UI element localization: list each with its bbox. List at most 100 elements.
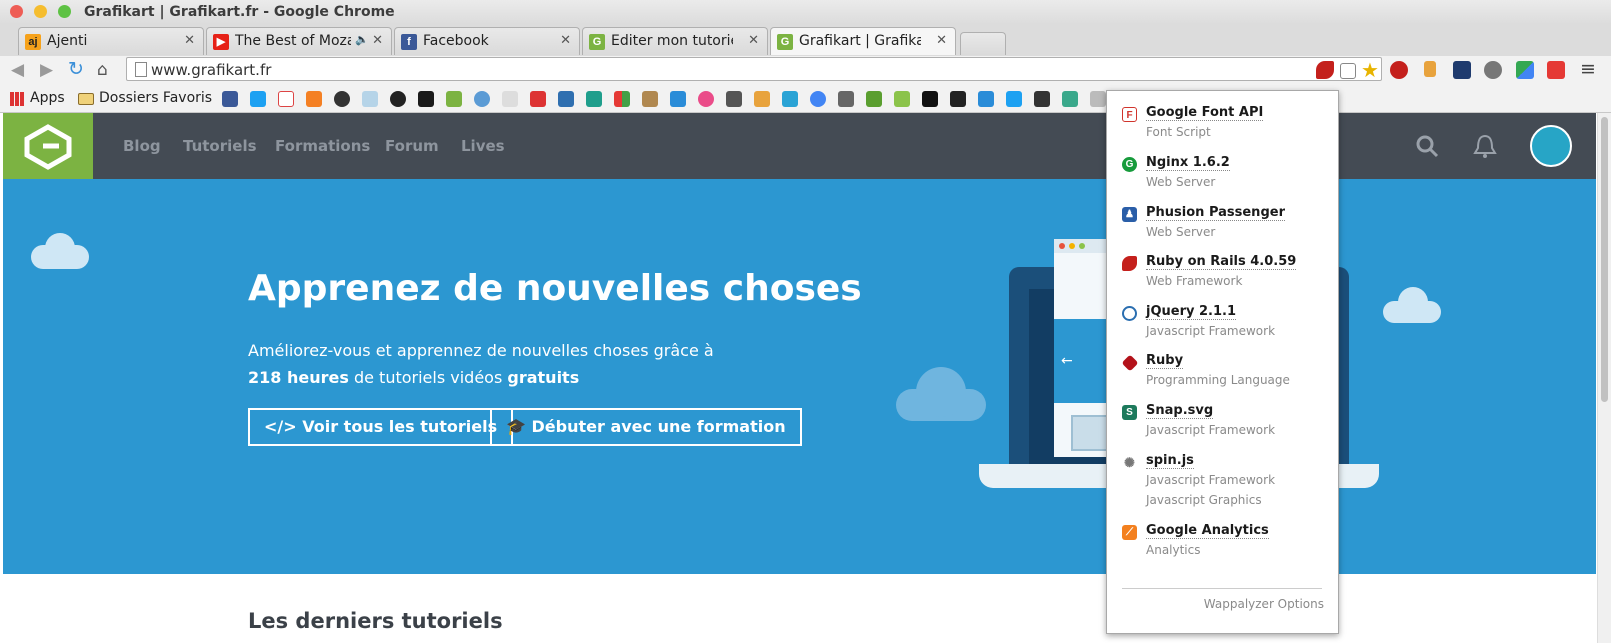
- bookmark-icon[interactable]: [950, 91, 966, 107]
- twitter-bookmark-icon[interactable]: [250, 91, 266, 107]
- maximize-window-button[interactable]: [58, 5, 71, 18]
- extension-icon[interactable]: [1484, 61, 1502, 79]
- detected-app-nginx[interactable]: G Nginx 1.6.2 Web Server: [1107, 153, 1338, 203]
- app-name[interactable]: Ruby on Rails 4.0.59: [1146, 254, 1297, 270]
- avatar[interactable]: [1530, 125, 1572, 167]
- bookmark-icon[interactable]: [726, 91, 742, 107]
- bookmark-icon[interactable]: [1062, 91, 1078, 107]
- close-tab-icon[interactable]: ✕: [184, 33, 195, 48]
- bookmark-icon[interactable]: [586, 91, 602, 107]
- close-window-button[interactable]: [10, 5, 23, 18]
- address-bar[interactable]: www.grafikart.fr: [126, 57, 1382, 81]
- github-bookmark-icon[interactable]: [390, 91, 406, 107]
- app-name[interactable]: spin.js: [1146, 453, 1194, 469]
- close-tab-icon[interactable]: ✕: [748, 33, 759, 48]
- app-name[interactable]: Snap.svg: [1146, 403, 1214, 419]
- home-icon[interactable]: ⌂: [97, 60, 108, 80]
- translate-icon[interactable]: [1340, 63, 1356, 79]
- view-tutorials-button[interactable]: </> Voir tous les tutoriels: [248, 408, 514, 446]
- forward-arrow-icon[interactable]: ▶: [40, 60, 53, 80]
- bookmark-icon[interactable]: [1090, 91, 1106, 107]
- tab-strip: aj Ajenti ✕ ▶ The Best of Mozar 🔈 ✕ f Fa…: [0, 24, 1611, 57]
- detected-app-ruby[interactable]: Ruby Programming Language: [1107, 351, 1338, 401]
- nav-blog[interactable]: Blog: [123, 137, 161, 155]
- bookmark-icon[interactable]: [782, 91, 798, 107]
- star-icon[interactable]: ★: [1361, 58, 1379, 82]
- bookmark-icon[interactable]: [642, 91, 658, 107]
- tab-editer-tutoriel[interactable]: G Editer mon tutoriel | ✕: [582, 27, 768, 55]
- nav-tutoriels[interactable]: Tutoriels: [183, 137, 257, 155]
- rails-icon: [1122, 256, 1137, 271]
- bookmark-icon[interactable]: [978, 91, 994, 107]
- bookmark-icon[interactable]: [334, 91, 350, 107]
- app-name[interactable]: Nginx 1.6.2: [1146, 155, 1230, 171]
- nav-forum[interactable]: Forum: [385, 137, 439, 155]
- minimize-window-button[interactable]: [34, 5, 47, 18]
- bookmark-icon[interactable]: [810, 91, 826, 107]
- detected-app-jquery[interactable]: jQuery 2.1.1 Javascript Framework: [1107, 302, 1338, 352]
- bookmark-icon[interactable]: [558, 91, 574, 107]
- back-arrow-icon[interactable]: ◀: [11, 60, 24, 80]
- tab-facebook[interactable]: f Facebook ✕: [394, 27, 580, 55]
- app-name[interactable]: Phusion Passenger: [1146, 205, 1285, 221]
- page-scrollbar[interactable]: [1597, 113, 1611, 643]
- bookmark-icon[interactable]: [614, 91, 630, 107]
- bookmark-icon[interactable]: [894, 91, 910, 107]
- start-formation-button[interactable]: 🎓 Débuter avec une formation: [490, 408, 802, 446]
- cloud-decoration: [1398, 287, 1428, 317]
- bookmark-icon[interactable]: [754, 91, 770, 107]
- extension-icon[interactable]: [1547, 61, 1565, 79]
- app-name[interactable]: Ruby: [1146, 353, 1184, 369]
- detected-app-snap-svg[interactable]: S Snap.svg Javascript Framework: [1107, 401, 1338, 451]
- app-name[interactable]: Google Font API: [1146, 105, 1264, 121]
- scrollbar-thumb[interactable]: [1601, 117, 1608, 402]
- close-tab-icon[interactable]: ✕: [936, 33, 947, 48]
- detected-app-google-analytics[interactable]: ⟋ Google Analytics Analytics: [1107, 521, 1338, 571]
- bookmark-icon[interactable]: [866, 91, 882, 107]
- facebook-bookmark-icon[interactable]: [222, 91, 238, 107]
- adblock-icon[interactable]: [1390, 61, 1408, 79]
- new-tab-button[interactable]: [960, 32, 1006, 55]
- jquery-icon: [1122, 306, 1137, 321]
- bookmark-icon[interactable]: [362, 91, 378, 107]
- search-icon[interactable]: [1415, 134, 1439, 158]
- bookmark-icon[interactable]: [1006, 91, 1022, 107]
- detected-app-ruby-on-rails[interactable]: Ruby on Rails 4.0.59 Web Framework: [1107, 252, 1338, 302]
- close-tab-icon[interactable]: ✕: [560, 33, 571, 48]
- extension-icon[interactable]: [1424, 61, 1436, 77]
- bookmark-icon[interactable]: [474, 91, 490, 107]
- grafikart-logo[interactable]: [3, 113, 93, 179]
- app-name[interactable]: jQuery 2.1.1: [1146, 304, 1237, 320]
- wappalyzer-options-link[interactable]: Wappalyzer Options: [1204, 597, 1324, 611]
- dribbble-bookmark-icon[interactable]: [698, 91, 714, 107]
- app-name[interactable]: Google Analytics: [1146, 523, 1269, 539]
- wappalyzer-icon[interactable]: [1316, 61, 1334, 79]
- bookmark-icon[interactable]: [838, 91, 854, 107]
- nav-lives[interactable]: Lives: [461, 137, 505, 155]
- bookmark-folder[interactable]: Dossiers Favoris: [99, 90, 212, 106]
- gmail-bookmark-icon[interactable]: [278, 91, 294, 107]
- css3-bookmark-icon[interactable]: [670, 91, 686, 107]
- spin-js-icon: ✺: [1122, 455, 1137, 470]
- bookmark-icon[interactable]: [922, 91, 938, 107]
- detected-app-phusion-passenger[interactable]: ♟ Phusion Passenger Web Server: [1107, 203, 1338, 253]
- tab-grafikart[interactable]: G Grafikart | Grafikart. ✕: [770, 27, 956, 55]
- menu-icon[interactable]: ≡: [1580, 58, 1596, 80]
- bookmark-apps[interactable]: Apps: [30, 90, 65, 106]
- detected-app-spin-js[interactable]: ✺ spin.js Javascript Framework Javascrip…: [1107, 451, 1338, 521]
- tab-ajenti[interactable]: aj Ajenti ✕: [18, 27, 204, 55]
- bookmark-icon[interactable]: [1034, 91, 1050, 107]
- nav-formations[interactable]: Formations: [275, 137, 370, 155]
- bell-icon[interactable]: [1473, 134, 1497, 160]
- bookmark-icon[interactable]: [306, 91, 322, 107]
- reload-icon[interactable]: ↻: [68, 58, 84, 80]
- extension-icon[interactable]: [1516, 61, 1534, 79]
- detected-app-google-font-api[interactable]: F Google Font API Font Script: [1107, 103, 1338, 153]
- tab-youtube[interactable]: ▶ The Best of Mozar 🔈 ✕: [206, 27, 392, 55]
- grafikart-bookmark-icon[interactable]: [446, 91, 462, 107]
- close-tab-icon[interactable]: ✕: [372, 33, 383, 48]
- extension-icon[interactable]: [1453, 61, 1471, 79]
- bookmark-icon[interactable]: [502, 91, 518, 107]
- bookmark-icon[interactable]: [418, 91, 434, 107]
- bookmark-icon[interactable]: [530, 91, 546, 107]
